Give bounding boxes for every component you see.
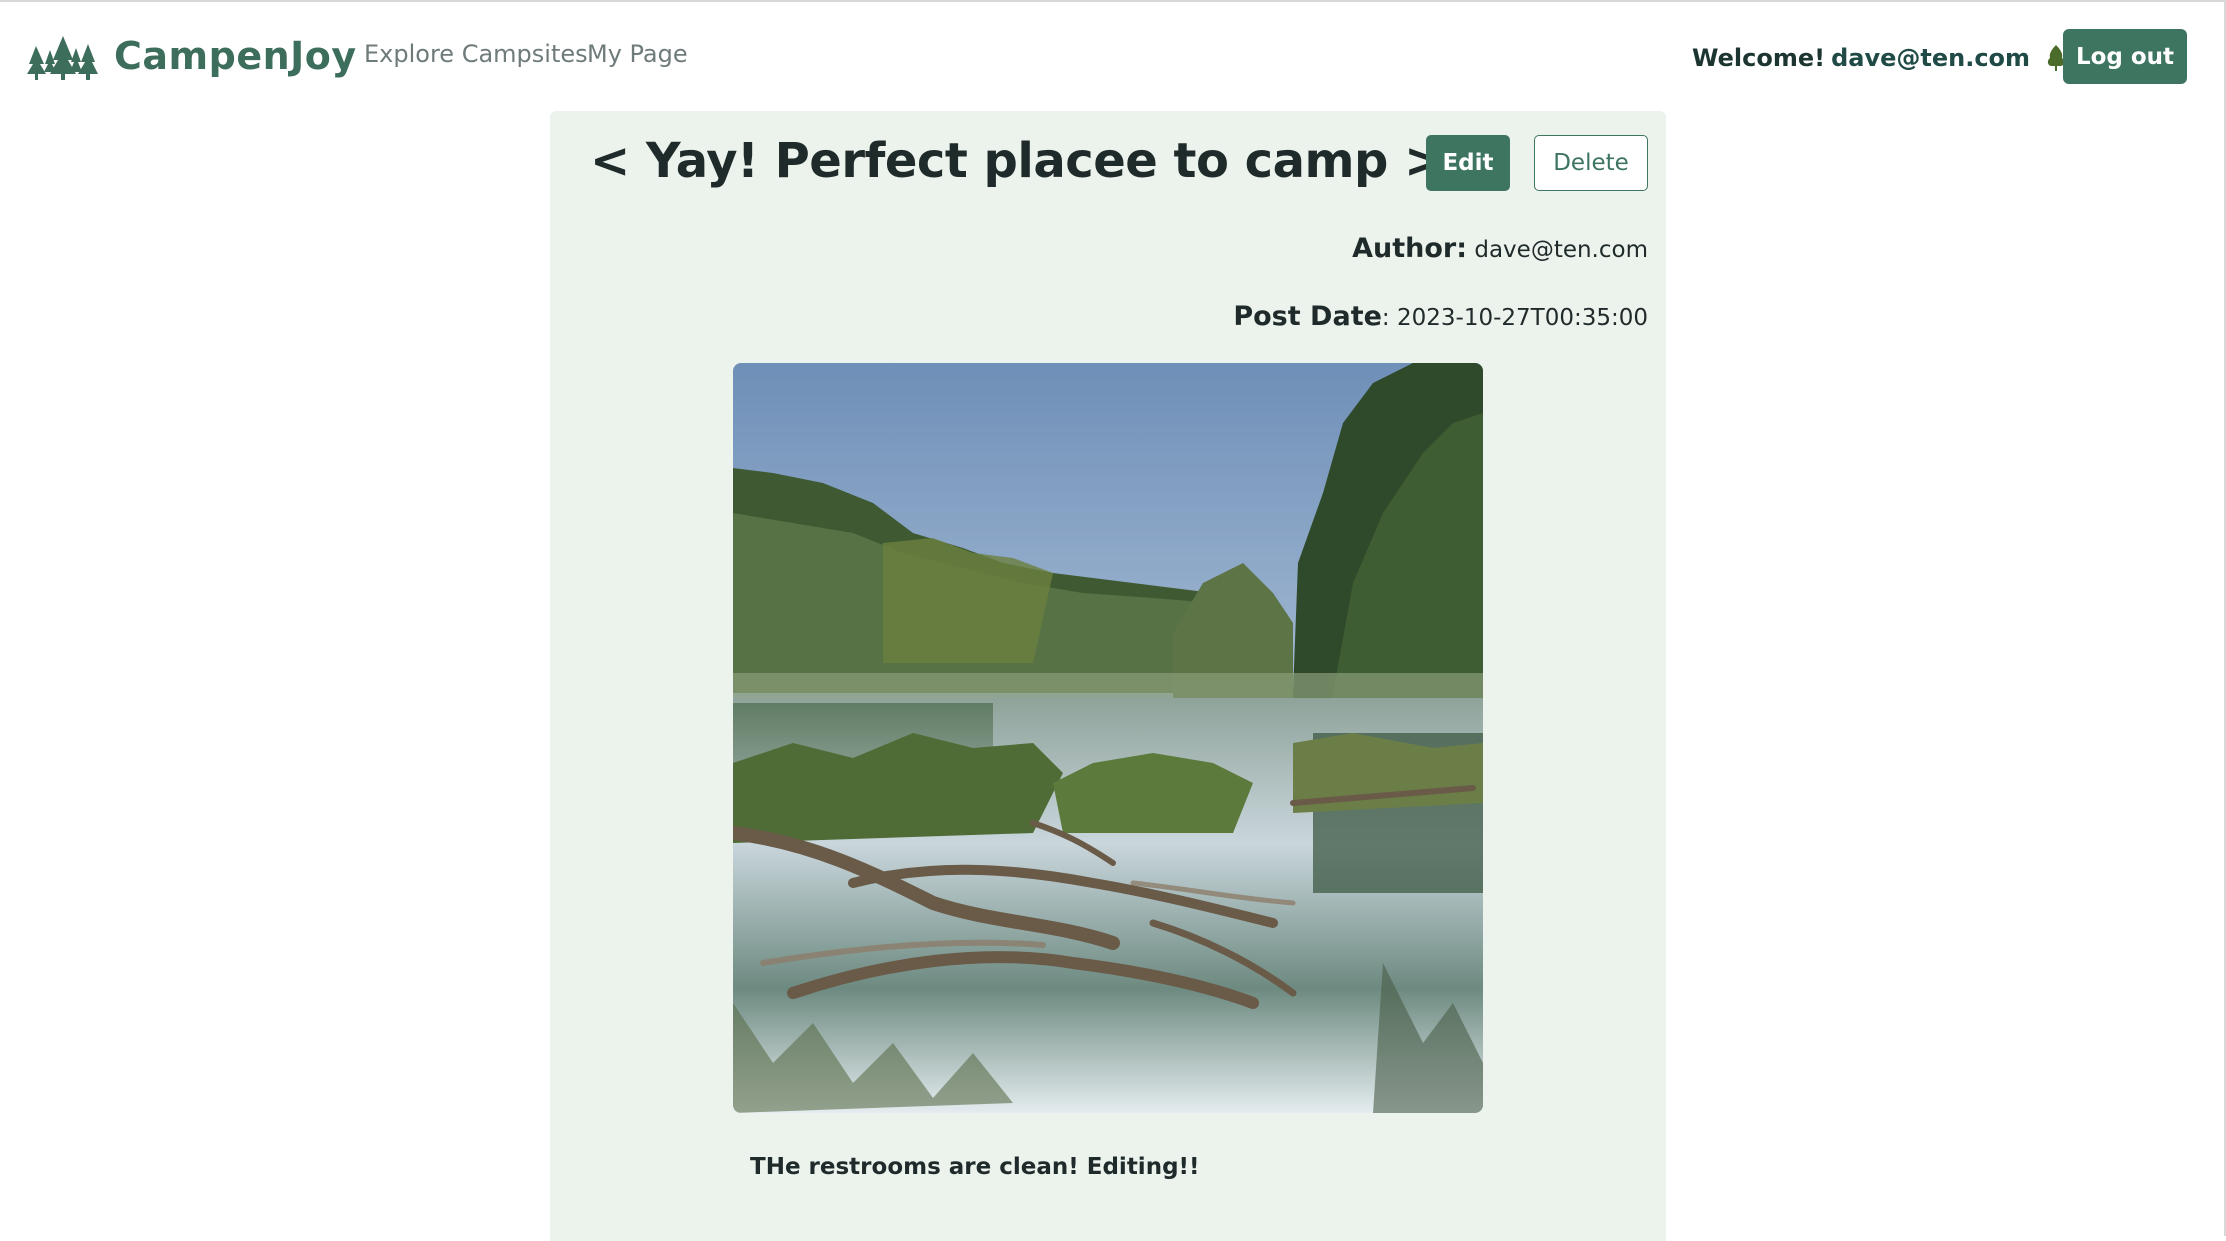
- post-title: < Yay! Perfect placee to camp >: [590, 133, 1444, 189]
- brand-name: CampenJoy: [114, 34, 357, 78]
- campsite-photo: [733, 363, 1483, 1113]
- welcome-text: Welcome!: [1692, 44, 1826, 72]
- author-value: dave@ten.com: [1474, 237, 1648, 263]
- brand-link[interactable]: CampenJoy: [26, 28, 357, 84]
- nav-my-page[interactable]: My Page: [587, 40, 688, 68]
- date-value: : 2023-10-27T00:35:00: [1381, 305, 1648, 331]
- welcome-message: Welcome! dave@ten.com: [1692, 44, 2068, 72]
- welcome-email: dave@ten.com: [1831, 44, 2031, 72]
- delete-button[interactable]: Delete: [1534, 135, 1648, 191]
- date-label: Post Date: [1233, 301, 1382, 332]
- nav-explore-campsites[interactable]: Explore Campsites: [364, 40, 588, 68]
- edit-button[interactable]: Edit: [1426, 135, 1510, 191]
- post-date: Post Date: 2023-10-27T00:35:00: [1233, 301, 1648, 332]
- post-body: THe restrooms are clean! Editing!!: [750, 1154, 1200, 1180]
- post-author: Author: dave@ten.com: [1352, 233, 1648, 264]
- author-label: Author:: [1352, 233, 1468, 264]
- pine-trees-icon: [27, 36, 98, 80]
- navbar: CampenJoy Explore Campsites My Page Welc…: [0, 2, 2224, 108]
- logout-button[interactable]: Log out: [2063, 29, 2187, 84]
- post-card: < Yay! Perfect placee to camp > Edit Del…: [550, 111, 1666, 1241]
